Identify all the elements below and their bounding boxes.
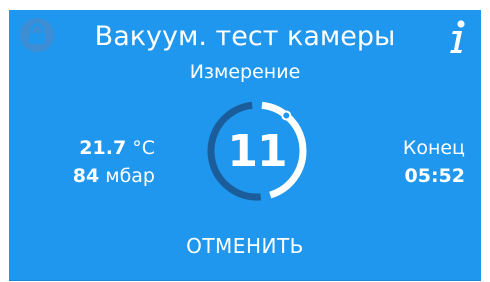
status-subtitle: Измерение xyxy=(189,61,301,83)
temperature-reading: 21.7 °C xyxy=(49,134,155,162)
end-label: Конец xyxy=(402,137,465,159)
readings-panel: 21.7 °C 84 мбар xyxy=(49,134,155,190)
pressure-unit: мбар xyxy=(105,165,155,187)
temperature-unit: °C xyxy=(132,137,155,159)
pressure-value: 84 xyxy=(72,165,100,187)
temperature-value: 21.7 xyxy=(79,137,127,159)
pressure-reading: 84 мбар xyxy=(49,162,155,190)
page-title: Вакуум. тест камеры xyxy=(94,21,396,52)
end-time: 05:52 xyxy=(404,165,465,187)
countdown-value: 11 xyxy=(227,125,287,177)
cancel-button[interactable]: ОТМЕНИТЬ xyxy=(9,232,481,260)
end-panel: Конец 05:52 xyxy=(403,134,465,190)
info-icon[interactable] xyxy=(447,16,469,56)
device-screen: Вакуум. тест камеры Измерение 21.7 °C 84… xyxy=(9,10,481,281)
